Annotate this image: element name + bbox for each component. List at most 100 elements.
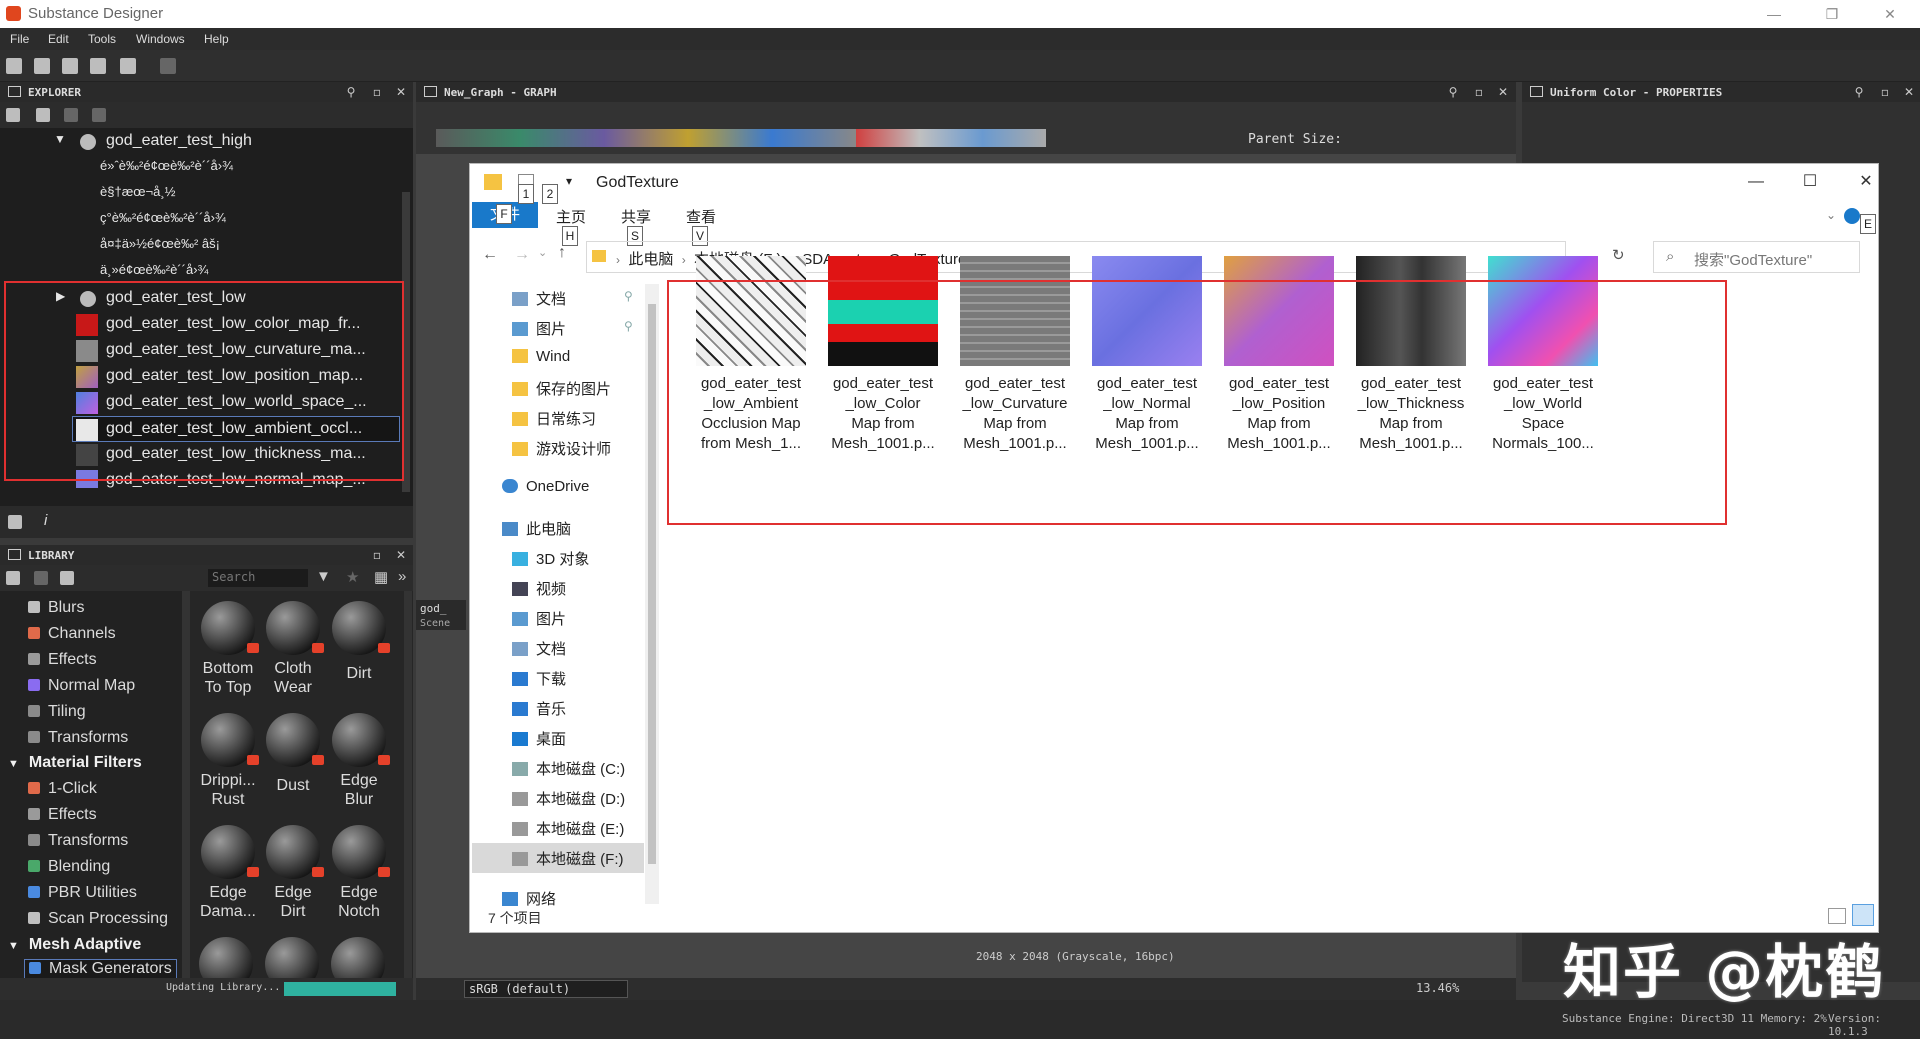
nav-item-selected[interactable]: 本地磁盘 (F:) [472, 843, 644, 873]
help-icon[interactable] [1844, 208, 1860, 224]
material-item[interactable]: Drippi... Rust [197, 713, 259, 809]
maximize-icon[interactable]: ☐ [1790, 170, 1830, 194]
redo-icon[interactable] [160, 58, 176, 74]
pin-icon[interactable]: ⚲ [344, 85, 358, 99]
nav-item[interactable]: 视频 [512, 578, 566, 599]
pin-icon[interactable]: ⚲ [1446, 85, 1460, 99]
nav-item[interactable]: 本地磁盘 (D:) [512, 788, 625, 809]
library-category-selected[interactable]: Mask Generators [24, 959, 177, 979]
library-category[interactable]: Blurs [28, 599, 84, 617]
menu-edit[interactable]: Edit [48, 32, 69, 46]
search-box[interactable]: ⌕ 搜索"GodTexture" [1653, 241, 1860, 273]
nav-item[interactable]: 下载 [512, 668, 566, 689]
library-category-group[interactable]: ▼ Mesh Adaptive [8, 936, 141, 954]
pin-icon[interactable]: ⚲ [624, 319, 633, 333]
menu-file[interactable]: File [10, 32, 29, 46]
tree-row-material[interactable]: ç°è‰²é¢œè‰²è´´å›¾ [0, 207, 400, 233]
quick-access-dropdown-icon[interactable]: ▾ [566, 174, 572, 188]
color-space-select[interactable]: sRGB (default) [464, 980, 628, 998]
material-item[interactable]: Edge Dama... [197, 825, 259, 921]
material-item[interactable]: Edge Notch [328, 825, 390, 921]
save-icon[interactable] [6, 108, 20, 122]
star-icon[interactable]: ★ [346, 568, 359, 586]
nav-item[interactable]: 本地磁盘 (E:) [512, 818, 624, 839]
share-icon[interactable] [92, 108, 106, 122]
library-category[interactable]: PBR Utilities [28, 884, 137, 902]
up-arrow-icon[interactable]: ↑ [558, 244, 566, 262]
nav-item[interactable]: 日常练习 [512, 408, 596, 429]
expanded-chevron-icon[interactable]: ▼ [8, 940, 19, 952]
hierarchy-icon[interactable] [8, 515, 22, 529]
search-input[interactable]: 搜索"GodTexture" [1694, 249, 1812, 270]
panel-close-icon[interactable]: ✕ [394, 548, 408, 562]
minimize-icon[interactable]: — [1736, 170, 1776, 194]
category-scrollbar[interactable] [182, 591, 190, 981]
forward-arrow-icon[interactable]: → [514, 246, 530, 264]
expanded-chevron-icon[interactable]: ▼ [8, 758, 19, 770]
pin-icon[interactable]: ⚲ [1852, 85, 1866, 99]
nav-item-network[interactable]: 网络 [502, 888, 556, 909]
nav-item[interactable]: 保存的图片 [512, 378, 611, 399]
nav-item[interactable]: Wind [512, 348, 570, 365]
panel-close-icon[interactable]: ✕ [1496, 85, 1510, 99]
material-item[interactable]: Dust [262, 713, 324, 795]
open-folder-icon[interactable] [62, 58, 78, 74]
nav-item[interactable]: 桌面 [512, 728, 566, 749]
nav-item-this-pc[interactable]: 此电脑 [502, 518, 571, 539]
library-category[interactable]: Transforms [28, 832, 128, 850]
recent-dropdown-icon[interactable]: ⌄ [538, 246, 547, 259]
expand-ribbon-icon[interactable]: ⌄ [1826, 208, 1836, 222]
float-icon[interactable]: ▫ [370, 548, 384, 562]
panel-close-icon[interactable]: ✕ [394, 85, 408, 99]
float-icon[interactable]: ▫ [1878, 85, 1892, 99]
pencil-icon[interactable] [60, 571, 74, 585]
nav-item[interactable]: 游戏设计师 [512, 438, 611, 459]
details-view-icon[interactable] [1828, 908, 1846, 924]
library-category[interactable]: Tiling [28, 703, 86, 721]
library-category[interactable]: Normal Map [28, 677, 135, 695]
node-atom-icons[interactable] [856, 129, 1046, 147]
expanded-chevron-icon[interactable]: ▼ [54, 132, 66, 146]
material-item[interactable]: Bottom To Top [197, 601, 259, 697]
library-category[interactable]: 1-Click [28, 780, 97, 798]
menu-windows[interactable]: Windows [136, 32, 185, 46]
new-package-icon[interactable] [6, 58, 22, 74]
refresh-icon[interactable]: ↻ [1612, 246, 1625, 264]
library-category[interactable]: Blending [28, 858, 110, 876]
nav-item[interactable]: 文档 [512, 288, 566, 309]
float-icon[interactable]: ▫ [1472, 85, 1486, 99]
add-icon[interactable] [6, 571, 20, 585]
library-category[interactable]: Effects [28, 651, 97, 669]
undo-icon[interactable] [120, 58, 136, 74]
grid-view-icon[interactable]: ▦ [374, 568, 388, 586]
material-item[interactable]: Edge Blur [328, 713, 390, 809]
upload-icon[interactable] [64, 108, 78, 122]
save-icon[interactable] [90, 58, 106, 74]
nav-scrollbar-thumb[interactable] [648, 304, 656, 864]
tree-row-material[interactable]: è§†æœ¬å¸½ [0, 181, 400, 207]
breadcrumb-item[interactable]: 此电脑 [628, 251, 673, 268]
menu-help[interactable]: Help [204, 32, 229, 46]
library-category[interactable]: Scan Processing [28, 910, 168, 928]
more-icon[interactable]: » [398, 568, 406, 585]
material-item[interactable]: Cloth Wear [262, 601, 324, 697]
minimize-icon[interactable]: — [1754, 2, 1794, 26]
tab-share[interactable]: 共享 [621, 206, 651, 227]
new-graph-icon[interactable] [34, 58, 50, 74]
refresh-icon[interactable] [36, 108, 50, 122]
refresh-icon[interactable] [34, 571, 48, 585]
nav-item[interactable]: 文档 [512, 638, 566, 659]
nav-scrollbar[interactable] [645, 284, 659, 904]
nav-item[interactable]: 3D 对象 [512, 548, 589, 569]
filter-icon[interactable]: ▼ [316, 568, 331, 585]
tree-row-material[interactable]: é»ˆè‰²é¢œè‰²è´´å›¾ [0, 155, 400, 181]
nav-item[interactable]: 图片 [512, 608, 566, 629]
material-item[interactable]: Edge Dirt [262, 825, 324, 921]
nav-item[interactable]: 图片 [512, 318, 566, 339]
large-icons-view-icon[interactable] [1852, 904, 1874, 926]
nav-item-onedrive[interactable]: OneDrive [502, 478, 589, 495]
nav-item[interactable]: 音乐 [512, 698, 566, 719]
tree-row-high-mesh[interactable]: ▼ god_eater_test_high [0, 129, 400, 155]
zoom-level[interactable]: 13.46% [1416, 981, 1459, 995]
view-2d-tab[interactable]: god_ Scene [416, 600, 466, 630]
